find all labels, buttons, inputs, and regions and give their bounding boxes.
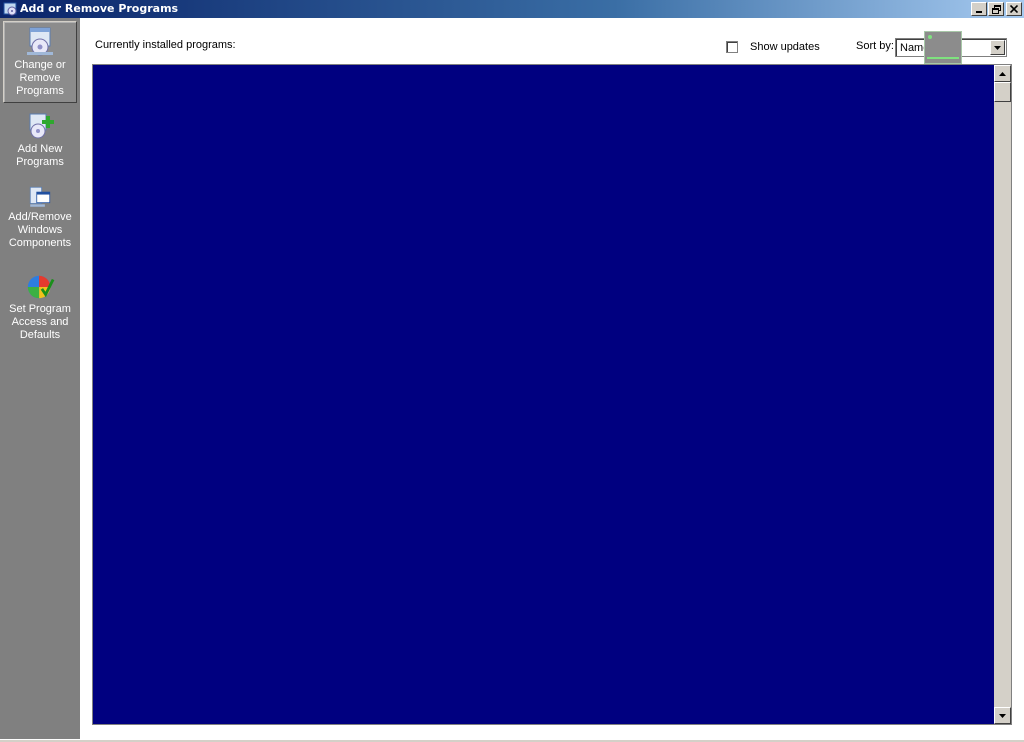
scroll-up-button[interactable] <box>994 65 1011 82</box>
show-updates-checkbox[interactable] <box>726 41 738 53</box>
sidebar-item-label: Add/Remove Windows Components <box>8 211 72 249</box>
program-list-scrollbar[interactable] <box>994 65 1011 724</box>
network-status-icon <box>928 35 932 39</box>
network-activity-overlay <box>924 31 962 64</box>
title-bar[interactable]: Add or Remove Programs <box>0 0 1024 18</box>
sidebar-item-label: Add New Programs <box>16 143 64 168</box>
sidebar: Change or Remove Programs Add New Progra… <box>0 18 80 740</box>
restore-icon <box>991 4 1001 14</box>
sidebar-item-label: Set Program Access and Defaults <box>9 303 71 341</box>
minimize-icon <box>976 11 982 13</box>
sidebar-item-label: Change or Remove Programs <box>14 59 66 97</box>
scroll-thumb[interactable] <box>994 82 1011 102</box>
close-button[interactable] <box>1006 2 1022 16</box>
windows-components-icon <box>29 186 51 207</box>
program-access-defaults-icon <box>27 275 55 299</box>
network-activity-bar <box>927 57 959 59</box>
sort-by-dropdown-button[interactable] <box>990 40 1005 55</box>
program-list[interactable] <box>92 64 1012 725</box>
sidebar-item-windows-components[interactable]: Add/Remove Windows Components <box>3 184 77 250</box>
main-content: Currently installed programs: Show updat… <box>80 18 1024 739</box>
sidebar-item-program-access-defaults[interactable]: Set Program Access and Defaults <box>3 272 77 342</box>
restore-button[interactable] <box>988 2 1004 16</box>
installed-programs-label: Currently installed programs: <box>95 39 236 51</box>
sidebar-item-add-new-programs[interactable]: Add New Programs <box>3 110 77 174</box>
window-title: Add or Remove Programs <box>20 2 179 15</box>
sidebar-item-change-remove-programs[interactable]: Change or Remove Programs <box>3 21 77 103</box>
sort-by-label: Sort by: <box>856 40 894 52</box>
show-updates-label[interactable]: Show updates <box>750 41 820 53</box>
chevron-down-icon <box>994 45 1001 50</box>
add-new-programs-icon <box>29 113 54 139</box>
scroll-down-button[interactable] <box>994 707 1011 724</box>
close-icon <box>1010 5 1018 13</box>
arrow-down-icon <box>999 713 1006 718</box>
minimize-button[interactable] <box>971 2 987 16</box>
add-remove-programs-app-icon[interactable] <box>3 1 19 17</box>
change-remove-programs-icon <box>27 27 53 56</box>
arrow-up-icon <box>999 71 1006 76</box>
